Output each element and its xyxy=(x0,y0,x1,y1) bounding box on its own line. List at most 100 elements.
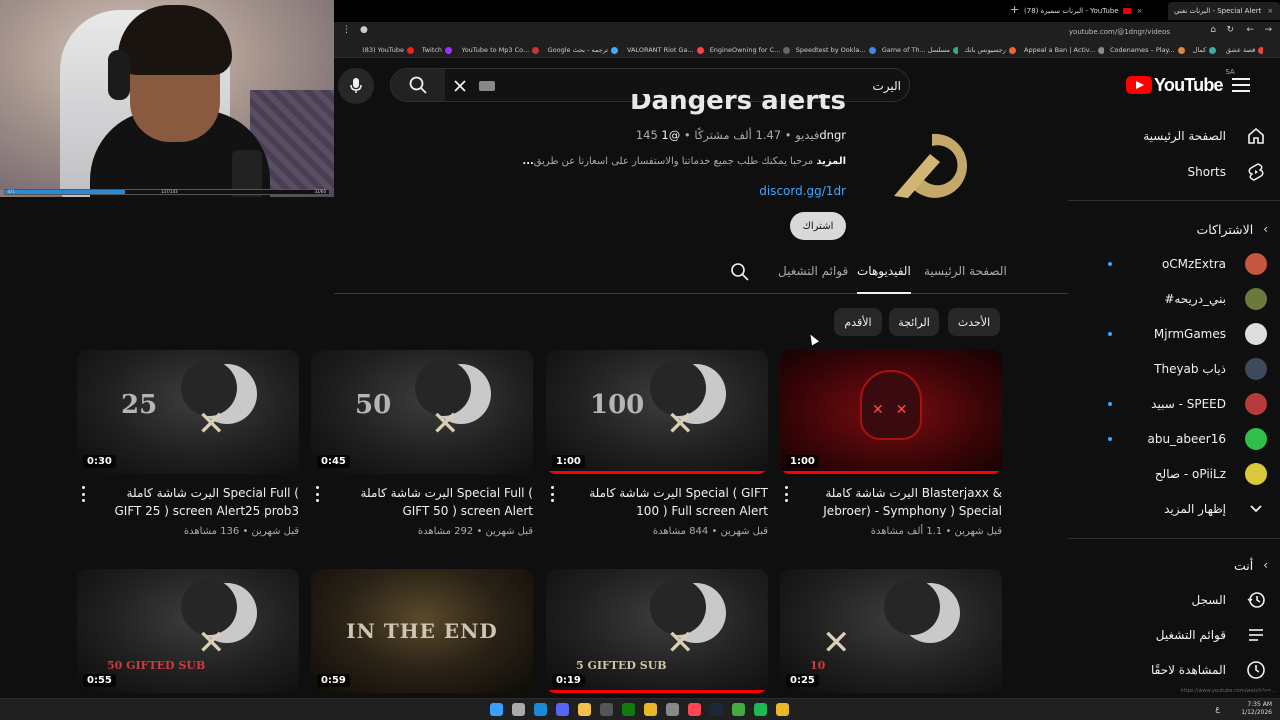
keyboard-icon[interactable] xyxy=(479,81,495,91)
menu-icon[interactable]: ⋮ xyxy=(342,25,351,35)
subscribe-button[interactable]: اشتراك xyxy=(790,212,846,240)
back-icon[interactable]: ← xyxy=(1246,25,1254,35)
close-icon[interactable]: × xyxy=(1267,7,1273,15)
new-tab-button[interactable]: + xyxy=(1010,3,1019,16)
video-card[interactable]: ✕✕ 1:00 اليرت شاشة كاملة Blasterjaxx & Jeb… xyxy=(780,350,1002,537)
tab-playlists[interactable]: قوائم التشغيل xyxy=(778,264,848,294)
subscription-item[interactable]: صالح - oPiiLz xyxy=(1078,456,1268,492)
home-icon[interactable]: ⌂ xyxy=(1210,25,1216,35)
bookmark-item[interactable]: قصة عشق xyxy=(1226,44,1263,56)
sidebar-item-shorts[interactable]: Shorts xyxy=(1078,154,1268,190)
menu-button[interactable] xyxy=(1232,78,1250,92)
video-title[interactable]: اليرت شاشة كاملة Special Full ( GIFT 25 … xyxy=(99,484,300,520)
sidebar-item-history[interactable]: السجل xyxy=(1078,582,1268,618)
subscription-item[interactable]: #بني_دريحه xyxy=(1078,281,1268,317)
spotify-icon[interactable] xyxy=(754,703,767,716)
video-card[interactable]: ✕ 50 0:45 اليرت شاشة كاملة Special Full ( G… xyxy=(311,350,533,537)
search-icon[interactable] xyxy=(730,262,750,282)
chip-oldest[interactable]: الأقدم xyxy=(834,308,882,336)
profile-icon[interactable]: ● xyxy=(360,25,368,35)
video-thumbnail[interactable]: ✕ 25 0:30 xyxy=(77,350,299,474)
game-icon[interactable] xyxy=(732,703,745,716)
bookmark-item[interactable]: Codenames – Play... xyxy=(1110,44,1187,56)
video-card[interactable]: ✕ 100 1:00 اليرت شاشة كاملة Special ( GIFT … xyxy=(546,350,768,537)
chip-popular[interactable]: الرائجة xyxy=(889,308,939,336)
video-thumbnail[interactable]: ✕ 10 0:25 xyxy=(780,569,1002,693)
more-options-icon[interactable] xyxy=(780,486,792,502)
video-thumbnail[interactable]: ✕ 50 GIFTED SUB 0:55 xyxy=(77,569,299,693)
tab-home[interactable]: الصفحة الرئيسية xyxy=(924,264,1007,294)
show-more-button[interactable]: إظهار المزيد xyxy=(1078,491,1268,527)
subscription-item[interactable]: سبيد - SPEED xyxy=(1078,386,1268,422)
channel-link[interactable]: discord.gg/1dr xyxy=(700,184,846,198)
search-icon[interactable] xyxy=(512,703,525,716)
chrome-active-icon[interactable] xyxy=(776,703,789,716)
edge-icon[interactable] xyxy=(534,703,547,716)
subscription-item[interactable]: MjrmGames xyxy=(1078,316,1268,352)
video-card[interactable]: IN THE END 0:59 xyxy=(311,569,533,693)
forward-icon[interactable]: → xyxy=(1264,25,1272,35)
video-card[interactable]: ✕ 25 0:30 اليرت شاشة كاملة Special Full ( G… xyxy=(77,350,299,537)
xbox-icon[interactable] xyxy=(622,703,635,716)
clock-icon xyxy=(1244,658,1268,682)
clock[interactable]: 7:35 AM 1/12/2026 xyxy=(1241,701,1272,717)
browser-tab-0[interactable]: البرنات نغني - Special Alert × xyxy=(1168,2,1280,20)
channel-avatar[interactable] xyxy=(884,126,974,206)
video-title[interactable]: اليرت شاشة كاملة Blasterjaxx & Jebroer) … xyxy=(802,484,1002,520)
bookmark-item[interactable]: VALORANT Riot Ga... xyxy=(627,44,704,56)
subscription-item[interactable]: oCMzExtra xyxy=(1078,246,1268,282)
reload-icon[interactable]: ↻ xyxy=(1226,25,1234,35)
subscriptions-header[interactable]: الاشتراكات ‹ xyxy=(1078,214,1268,244)
url-field[interactable]: youtube.com/@1dngr/videos xyxy=(1069,25,1170,39)
language-indicator[interactable]: ع xyxy=(1215,704,1220,713)
subscription-item[interactable]: Theyab ذياب xyxy=(1078,351,1268,387)
subscription-item[interactable]: abu_abeer16 xyxy=(1078,421,1268,457)
bookmark-item[interactable]: (83) YouTube xyxy=(362,44,416,56)
steam-icon[interactable] xyxy=(710,703,723,716)
bookmark-item[interactable]: رجسيونس باتك xyxy=(964,44,1018,56)
bookmark-item[interactable]: Speedtest by Ookla... xyxy=(796,44,876,56)
browser-tab-1[interactable]: البرنات سميرة (78) - YouTube × xyxy=(1018,2,1166,20)
obs-icon[interactable] xyxy=(600,703,613,716)
voice-search-button[interactable] xyxy=(338,68,374,104)
video-title[interactable]: اليرت شاشة كاملة Special Full ( GIFT 50 … xyxy=(333,484,533,520)
bookmark-item[interactable]: Google ترجمه - بحث xyxy=(548,44,621,56)
settings-icon[interactable] xyxy=(666,703,679,716)
more-options-icon[interactable] xyxy=(311,486,323,502)
file-explorer-icon[interactable] xyxy=(578,703,591,716)
video-thumbnail[interactable]: ✕ 100 1:00 xyxy=(546,350,768,474)
you-header[interactable]: أنت ‹ xyxy=(1078,550,1268,580)
more-options-icon[interactable] xyxy=(77,486,89,502)
chip-latest[interactable]: الأحدث xyxy=(948,308,1000,336)
youtube-logo[interactable]: YouTube SA xyxy=(1126,68,1235,96)
sidebar-item-playlists[interactable]: قوائم التشغيل xyxy=(1078,617,1268,653)
tab-videos[interactable]: الفيديوهات xyxy=(857,264,911,294)
clock-date: 1/12/2026 xyxy=(1241,709,1272,716)
sidebar-item-watch-later[interactable]: المشاهدة لاحقًا xyxy=(1078,652,1268,688)
video-card[interactable]: ✕ 10 0:25 xyxy=(780,569,1002,693)
windows-start-icon[interactable] xyxy=(490,703,503,716)
discord-icon[interactable] xyxy=(556,703,569,716)
bookmark-item[interactable]: Game of Th... مسلسل xyxy=(882,44,959,56)
video-thumbnail[interactable]: ✕ 50 0:45 xyxy=(311,350,533,474)
video-thumbnail[interactable]: ✕ 5 GIFTED SUB 0:19 xyxy=(546,569,768,693)
bookmark-item[interactable]: YouTube to Mp3 Co... xyxy=(462,44,542,56)
address-bar[interactable]: → ← ↻ ⌂ youtube.com/@1dngr/videos ⋮ ● xyxy=(334,22,1280,42)
video-thumbnail[interactable]: IN THE END 0:59 xyxy=(311,569,533,693)
channel-description[interactable]: ...المزيد مرحبا يمكنك طلب جميع خدماتنا و… xyxy=(500,156,846,167)
search-input[interactable] xyxy=(531,77,901,95)
video-title[interactable]: اليرت شاشة كاملة Special ( GIFT 100 ) Fu… xyxy=(568,484,768,520)
chrome-icon[interactable] xyxy=(644,703,657,716)
valorant-icon[interactable] xyxy=(688,703,701,716)
bookmark-item[interactable]: EngineOwning for C... xyxy=(710,44,790,56)
search-button[interactable] xyxy=(391,69,445,101)
sidebar-item-home[interactable]: الصفحة الرئيسية xyxy=(1078,118,1268,154)
video-card[interactable]: ✕ 50 GIFTED SUB 0:55 xyxy=(77,569,299,693)
close-icon[interactable]: × xyxy=(1137,7,1143,15)
bookmark-item[interactable]: كمال xyxy=(1193,44,1220,56)
video-thumbnail[interactable]: ✕✕ 1:00 xyxy=(780,350,1002,474)
bookmark-item[interactable]: Appeal a Ban | Activ... xyxy=(1024,44,1104,56)
bookmark-item[interactable]: Twitch xyxy=(422,44,456,56)
video-card[interactable]: ✕ 5 GIFTED SUB 0:19 xyxy=(546,569,768,693)
more-options-icon[interactable] xyxy=(546,486,558,502)
